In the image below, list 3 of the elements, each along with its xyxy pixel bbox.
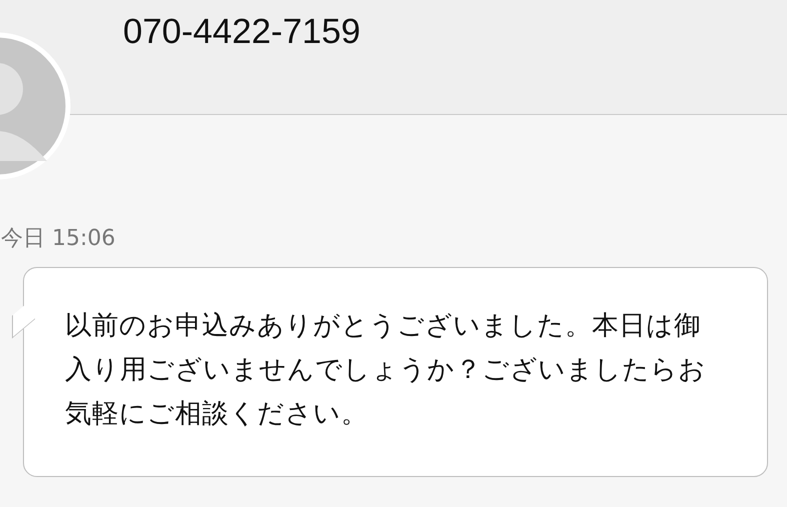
message-time: 今日 15:06: [1, 225, 116, 253]
phone-number: 070-4422-7159: [123, 12, 360, 52]
message-text: 以前のお申込みありがとうございました。本日は御入り用ございませんでしょうか？ございましたらお気軽にご相談ください。: [65, 309, 707, 431]
